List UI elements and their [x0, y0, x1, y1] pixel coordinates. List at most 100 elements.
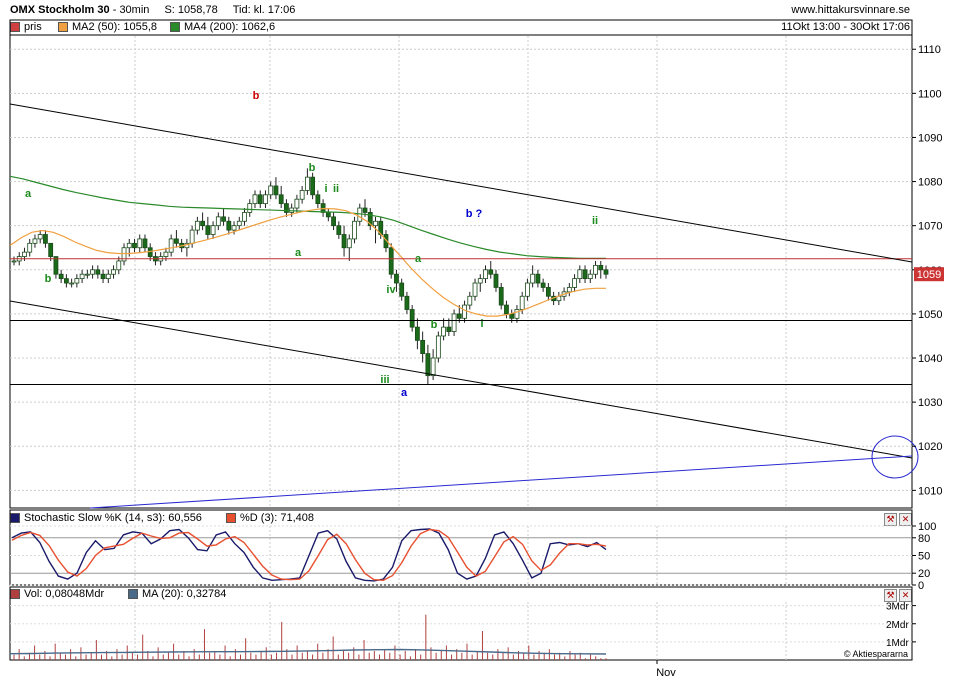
price-candle	[587, 269, 593, 284]
candle-body	[273, 185, 279, 196]
main-ytick-label: 1010	[918, 485, 942, 497]
candle-body	[493, 273, 499, 288]
candle-body	[315, 194, 321, 205]
price-candle	[394, 269, 399, 292]
stoch-ytick-label: 0	[918, 580, 924, 592]
candle-body	[388, 247, 394, 275]
price-candle	[331, 212, 336, 231]
candle-body	[341, 234, 347, 249]
wave-label: b	[309, 162, 316, 174]
stoch-ytick-label: 20	[918, 568, 930, 580]
candle-body	[446, 326, 452, 332]
price-candle	[430, 349, 436, 381]
price-candle	[498, 283, 504, 310]
price-candle	[477, 274, 483, 292]
legend-ma50-swatch	[58, 22, 68, 32]
update-time: Tid: kl. 17:06	[232, 4, 296, 16]
candle-body	[58, 273, 64, 280]
candle-body	[184, 242, 190, 249]
candle-body	[582, 269, 588, 280]
candle-body	[561, 291, 567, 297]
price-candle	[383, 230, 389, 253]
blue-circle-annotation	[871, 435, 919, 479]
price-candle	[352, 216, 357, 244]
price-candle	[488, 260, 494, 279]
vol-ma-label: MA (20): 0,32784	[142, 588, 227, 600]
candle-body	[472, 282, 478, 297]
price-candle	[388, 243, 394, 279]
price-candle	[11, 256, 17, 266]
stoch-d-line	[11, 528, 607, 582]
vol-ma-swatch	[128, 589, 138, 599]
chart-canvas: abbabi iiiiiivaab ib ?ii 10101020103010401…	[9, 19, 944, 679]
candle-body	[373, 220, 378, 227]
price-candle	[362, 199, 368, 217]
stoch-legend-k: Stochastic Slow %K (14, s3): 60,556	[10, 512, 202, 524]
close-icon[interactable]: ✕	[899, 513, 912, 526]
wave-label: ii	[592, 215, 598, 227]
legend-price-swatch	[10, 22, 20, 32]
price-candle	[593, 260, 598, 279]
candle-body	[69, 282, 75, 285]
instrument-name: OMX Stockholm 30	[10, 4, 110, 16]
price-candle	[310, 172, 316, 200]
candle-body	[263, 194, 268, 205]
price-candle	[556, 291, 562, 306]
wrench-icon[interactable]: ⚒	[884, 513, 897, 526]
candle-body	[509, 313, 515, 319]
vol-ma-legend: MA (20): 0,32784	[128, 588, 226, 600]
price-candle	[205, 216, 211, 239]
wave-label: i	[324, 183, 327, 195]
price-candle	[27, 238, 33, 257]
price-candle	[105, 269, 111, 284]
price-candle	[22, 247, 27, 261]
main-ytick-label: 1080	[918, 177, 942, 189]
price-candle	[346, 234, 352, 261]
candle-body	[504, 304, 509, 315]
price-candle	[545, 283, 551, 301]
close-icon[interactable]: ✕	[899, 589, 912, 602]
price-candle	[441, 318, 446, 341]
price-candle	[215, 212, 221, 231]
wave-label: i	[480, 318, 483, 330]
price-candle	[278, 185, 284, 209]
interval: 30min	[119, 4, 150, 16]
price-candle	[210, 221, 216, 239]
price-candle	[582, 265, 588, 284]
price-candle	[43, 230, 48, 248]
price-candle	[226, 216, 232, 235]
candle-body	[200, 220, 206, 227]
wave-label: a	[415, 253, 422, 265]
price-candle	[535, 269, 541, 288]
price-candle	[456, 305, 462, 323]
candle-body	[27, 242, 33, 253]
candle-body	[179, 242, 185, 249]
candle-body	[551, 295, 557, 302]
price-candle	[268, 181, 274, 200]
price-candle	[341, 225, 347, 257]
candle-body	[168, 238, 174, 253]
candle-body	[63, 278, 69, 284]
candle-body	[435, 335, 441, 359]
candle-body	[84, 273, 90, 276]
candle-body	[367, 212, 373, 227]
wrench-icon[interactable]: ⚒	[884, 589, 897, 602]
candle-body	[519, 295, 525, 310]
candle-body	[325, 212, 331, 218]
candle-body	[153, 256, 158, 262]
candle-body	[252, 194, 258, 205]
price-candle	[121, 243, 127, 266]
site-url[interactable]: www.hittakursvinnare.se	[791, 4, 910, 16]
candle-body	[90, 269, 95, 275]
price-candle	[325, 208, 331, 222]
blue-trend-line	[89, 455, 913, 509]
main-panel-frame	[9, 19, 913, 509]
price-candle	[184, 238, 190, 257]
candle-body	[404, 295, 410, 310]
price-candle	[409, 305, 415, 332]
date-range: 11Okt 13:00 - 30Okt 17:06	[781, 21, 910, 33]
legend-price-label: pris	[24, 21, 42, 33]
candle-body	[525, 282, 530, 297]
wave-label: b ?	[466, 208, 483, 220]
legend-ma50-label: MA2 (50): 1055,8	[72, 21, 157, 33]
